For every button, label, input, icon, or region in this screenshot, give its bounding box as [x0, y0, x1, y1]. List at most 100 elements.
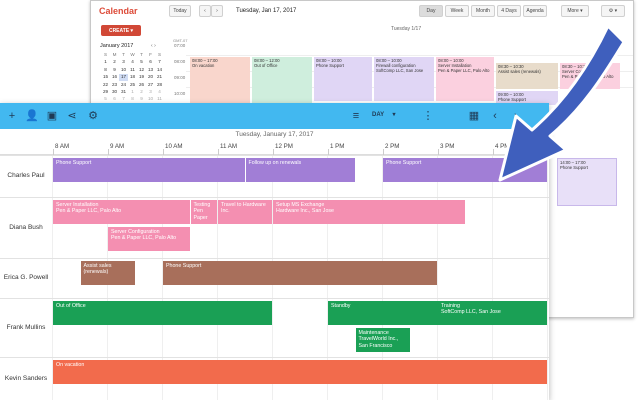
schedule-event[interactable]: On vacation [53, 360, 547, 384]
mini-calendar-day[interactable]: 6 [146, 59, 155, 65]
mini-calendar-day[interactable]: 12 [137, 67, 146, 73]
mini-calendar-day[interactable]: 20 [146, 74, 155, 80]
mini-calendar-day[interactable]: 17 [119, 74, 128, 81]
calendar-event[interactable]: 08:00 – 12:00 Out of Office [252, 57, 312, 107]
mini-calendar-day[interactable]: 11 [128, 67, 137, 73]
schedule-event[interactable]: Travel to Hardware Inc. [218, 200, 272, 224]
calendar-event[interactable]: 08:00 – 10:00 Firewall configuration SoftC… [374, 57, 434, 101]
mini-calendar-nav[interactable]: ‹ › [151, 43, 156, 49]
mini-calendar-weekday: S [103, 52, 108, 57]
more-vert-icon[interactable]: ⋮ [420, 108, 436, 124]
mini-calendar-day[interactable]: 15 [101, 74, 110, 80]
mini-calendar-day[interactable]: 9 [110, 67, 119, 73]
today-button[interactable]: Today [169, 5, 191, 17]
mini-calendar-day[interactable]: 7 [119, 96, 128, 102]
view-month-button[interactable]: Month [471, 5, 495, 17]
hour-label: 11 AM [220, 143, 238, 150]
calendar-event[interactable]: 08:00 – 10:00 Server Installation Pen & Pa… [436, 57, 494, 101]
mini-calendar-day[interactable]: 28 [155, 82, 164, 88]
mini-calendar-day[interactable]: 29 [101, 89, 110, 95]
mini-calendar-weekday: W [130, 52, 135, 57]
schedule-event[interactable]: Out of Office [53, 301, 272, 325]
create-button[interactable]: CREATE ▾ [101, 25, 141, 36]
mini-calendar-day[interactable]: 24 [119, 82, 128, 88]
calendar-icon[interactable]: ▦ [466, 108, 482, 124]
mini-calendar-day[interactable]: 8 [101, 67, 110, 73]
mini-calendar-day[interactable]: 2 [137, 89, 146, 95]
add-icon[interactable]: + [4, 108, 20, 124]
mini-calendar-day[interactable]: 6 [110, 96, 119, 102]
mini-calendar-day[interactable]: 14 [155, 67, 164, 73]
row-divider [0, 258, 549, 259]
schedule-event[interactable]: Setup MS Exchange Hardware Inc., San Jose [273, 200, 465, 224]
calendar-event[interactable]: 08:00 – 10:00 Phone Support [314, 57, 372, 101]
mini-calendar-day[interactable]: 21 [155, 74, 164, 80]
mini-calendar-day[interactable]: 10 [119, 67, 128, 73]
more-button[interactable]: More ▾ [561, 5, 589, 17]
mini-calendar-day[interactable]: 27 [146, 82, 155, 88]
view-day-button[interactable]: Day [419, 5, 443, 17]
schedule-event[interactable]: Phone Support [163, 261, 437, 285]
view-4days-button[interactable]: 4 Days [497, 5, 521, 17]
filter-icon[interactable]: ≡ [348, 108, 364, 124]
mini-calendar-day[interactable]: 4 [128, 59, 137, 65]
next-day-button[interactable]: › [211, 5, 223, 17]
mini-calendar-day[interactable]: 1 [101, 59, 110, 65]
mini-calendar-day[interactable]: 4 [155, 89, 164, 95]
mini-calendar-day[interactable]: 23 [110, 82, 119, 88]
schedule-event[interactable]: Assist sales (renewals) [80, 261, 135, 285]
view-week-button[interactable]: Week [445, 5, 469, 17]
mini-calendar-day[interactable]: 26 [137, 82, 146, 88]
settings-icon[interactable]: ⚙ [85, 108, 101, 124]
event-location: SoftComp LLC, San Jose [441, 309, 501, 316]
hour-label: 12 PM [275, 143, 293, 150]
event-location: Pen Paper [193, 208, 208, 221]
schedule-event[interactable]: Follow up on renewals [245, 158, 355, 182]
schedule-event[interactable]: Server Configuration Pen & Paper LLC, Pal… [108, 227, 190, 251]
mini-calendar-day[interactable]: 18 [128, 74, 137, 80]
event-title: Phone Support [166, 263, 202, 269]
mini-calendar-day[interactable]: 3 [146, 89, 155, 95]
resource-name: Frank Mullins [6, 323, 46, 331]
mini-calendar-day[interactable]: 11 [155, 96, 164, 102]
mini-calendar-day[interactable]: 3 [119, 59, 128, 65]
mini-calendar-day[interactable]: 19 [137, 74, 146, 80]
schedule-event[interactable]: Training SoftComp LLC, San Jose [438, 301, 547, 325]
mini-calendar-day[interactable]: 8 [128, 96, 137, 102]
mini-calendar-day[interactable]: 16 [110, 74, 119, 80]
time-label: 10:00 [174, 91, 186, 96]
prev-day-button[interactable]: ‹ [199, 5, 211, 17]
scheduler-window: + 👤 ▣ ⋖ ⚙ ≡ DAY ▾ ⋮ ▦ ‹ › Tuesday, Janua… [0, 103, 549, 400]
mini-calendar-day[interactable]: 9 [137, 96, 146, 102]
resource-name: Erica G. Powell [3, 274, 49, 281]
mini-calendar-day[interactable]: 5 [137, 59, 146, 65]
calendar-event[interactable]: 08:00 – 17:00 On vacation [190, 57, 250, 107]
add-person-icon[interactable]: 👤 [24, 108, 40, 124]
schedule-event[interactable]: Testing Pen Paper [190, 200, 217, 224]
settings-button[interactable]: ⚙ ▾ [601, 5, 625, 17]
chevron-right-icon[interactable]: › [154, 43, 156, 49]
mini-calendar-day[interactable]: 25 [128, 82, 137, 88]
mini-calendar-day[interactable]: 2 [110, 59, 119, 65]
mini-calendar-day[interactable]: 7 [155, 59, 164, 65]
event-title: Phone Support [56, 160, 92, 166]
mini-calendar-day[interactable]: 5 [101, 96, 110, 102]
view-agenda-button[interactable]: Agenda [523, 5, 547, 17]
mini-calendar-day[interactable]: 10 [146, 96, 155, 102]
mini-calendar-grid: S M T W T F S 1 2 3 4 5 6 7 8 9 10 11 12 13 14 15 16 17 18 19 20 21… [101, 52, 165, 103]
mini-calendar-weekday: T [140, 52, 143, 57]
share-icon[interactable]: ⋖ [64, 108, 80, 124]
mini-calendar-day[interactable]: 30 [110, 89, 119, 95]
event-location: TravelWorld Inc., San Francisco [358, 336, 399, 349]
hour-gridline [547, 155, 548, 400]
view-select[interactable]: DAY ▾ [372, 111, 395, 118]
mini-calendar-day[interactable]: 13 [146, 67, 155, 73]
mini-calendar-day[interactable]: 1 [128, 89, 137, 95]
mini-calendar-day[interactable]: 31 [119, 89, 128, 95]
schedule-event[interactable]: Phone Support [53, 158, 245, 182]
mini-calendar-day[interactable]: 22 [101, 82, 110, 88]
chevron-left-icon[interactable]: ‹ [151, 43, 153, 49]
save-icon[interactable]: ▣ [44, 108, 60, 124]
schedule-event[interactable]: Server Installation Pen & Paper LLC, Palo… [53, 200, 190, 224]
schedule-event[interactable]: Maintenance TravelWorld Inc., San Francis… [355, 328, 410, 352]
